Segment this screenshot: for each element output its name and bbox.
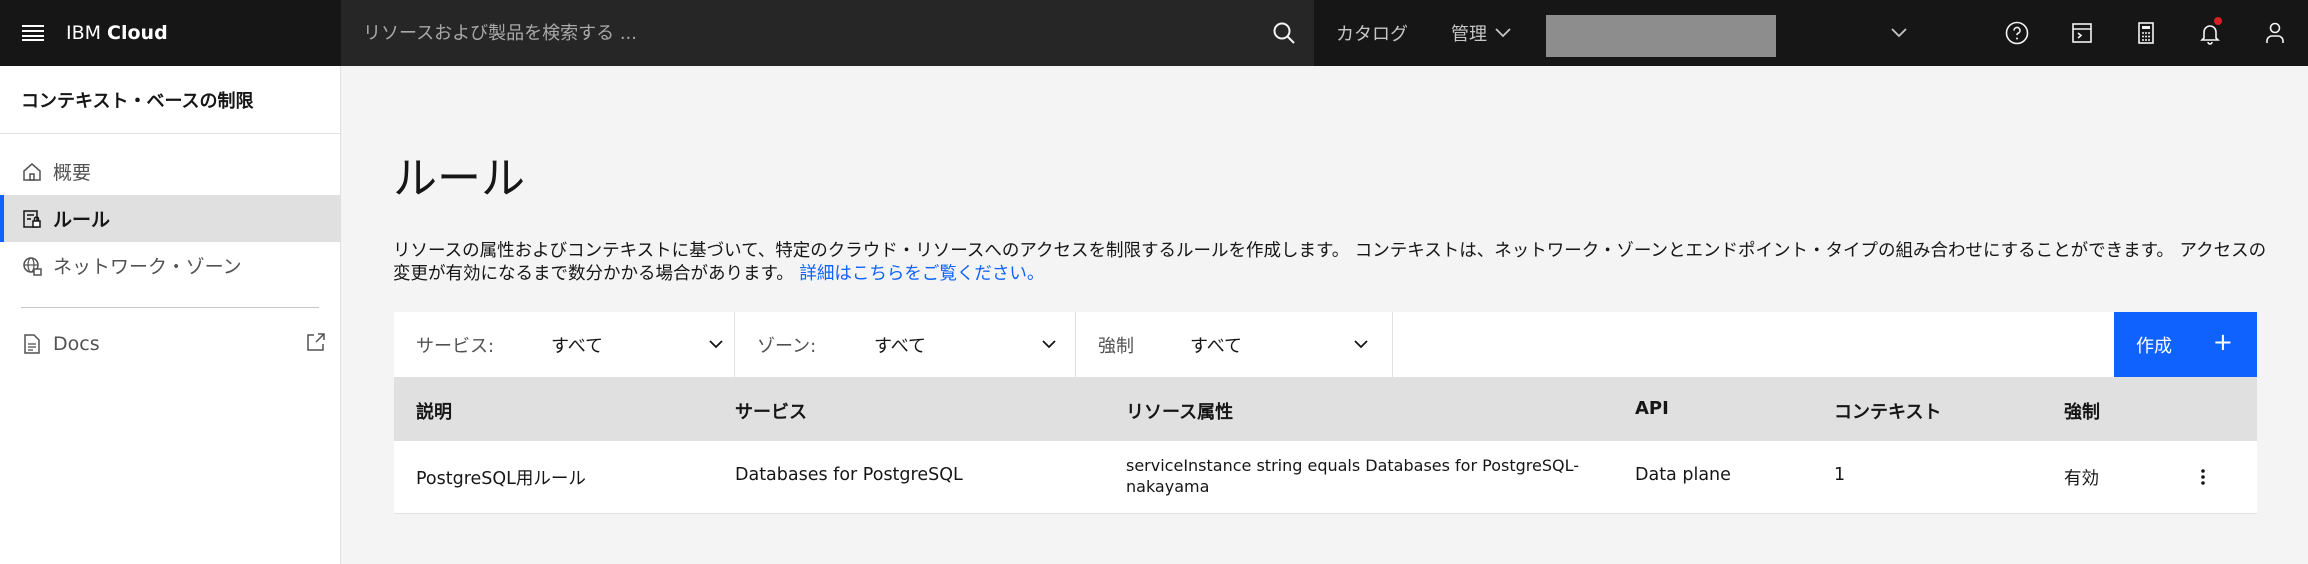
sidebar-nav: 概要 ルール ネットワーク・ゾーン bbox=[0, 134, 340, 289]
learn-more-link[interactable]: 詳細はこちらをご覧ください。 bbox=[799, 264, 1044, 284]
filter-label: 強制 bbox=[1098, 335, 1134, 357]
top-header: IBMCloud カタログ 管理 bbox=[0, 0, 2308, 66]
nav-catalog-label: カタログ bbox=[1336, 24, 1408, 45]
cell-api: Data plane bbox=[1635, 465, 1731, 485]
column-header-description[interactable]: 説明 bbox=[416, 398, 452, 424]
search-button[interactable] bbox=[1264, 13, 1304, 53]
sidebar-item-overview[interactable]: 概要 bbox=[0, 148, 340, 195]
table-row[interactable]: PostgreSQL用ルール Databases for PostgreSQL … bbox=[394, 441, 2257, 514]
page-title: ルール bbox=[393, 153, 525, 204]
filter-label: ゾーン: bbox=[757, 335, 817, 357]
column-header-service[interactable]: サービス bbox=[735, 398, 807, 424]
brand-prefix: IBM bbox=[66, 22, 102, 44]
page-description: リソースの属性およびコンテキストに基づいて、特定のクラウド・リソースへのアクセス… bbox=[393, 240, 2273, 286]
nav-manage[interactable]: 管理 bbox=[1451, 0, 1511, 66]
chevron-down-icon bbox=[1354, 340, 1368, 349]
hamburger-menu-button[interactable] bbox=[0, 0, 66, 66]
chevron-down-icon bbox=[709, 340, 723, 349]
help-button[interactable] bbox=[1997, 13, 2037, 53]
filter-value: すべて bbox=[874, 335, 927, 357]
external-link-icon bbox=[306, 332, 326, 357]
calculator-button[interactable] bbox=[2126, 13, 2166, 53]
column-header-enforcement[interactable]: 強制 bbox=[2064, 398, 2100, 424]
account-selector[interactable] bbox=[1546, 15, 1776, 57]
search-icon bbox=[1273, 22, 1295, 44]
cell-service: Databases for PostgreSQL bbox=[735, 465, 963, 485]
add-icon: + bbox=[2212, 328, 2233, 356]
search-input[interactable] bbox=[363, 22, 1243, 44]
sidebar-item-docs[interactable]: Docs bbox=[0, 320, 340, 367]
filter-value: すべて bbox=[1190, 335, 1243, 357]
sidebar-title: コンテキスト・ベースの制限 bbox=[0, 66, 340, 134]
sidebar-divider bbox=[21, 307, 319, 308]
notification-badge bbox=[2214, 17, 2222, 25]
cell-enforcement: 有効 bbox=[2064, 469, 2099, 489]
chevron-down-icon bbox=[1495, 28, 1511, 38]
sidebar-item-label: ネットワーク・ゾーン bbox=[53, 256, 242, 278]
nav-manage-label: 管理 bbox=[1451, 24, 1487, 45]
column-header-contexts[interactable]: コンテキスト bbox=[1834, 398, 1941, 424]
cost-estimator-icon bbox=[2072, 23, 2092, 43]
sidebar-item-network-zones[interactable]: ネットワーク・ゾーン bbox=[0, 242, 340, 289]
sidebar-item-label: 概要 bbox=[53, 162, 92, 184]
column-header-resource-attributes[interactable]: リソース属性 bbox=[1126, 398, 1233, 424]
filter-service-dropdown[interactable]: サービス: すべて bbox=[394, 312, 735, 377]
rules-table: 説明 サービス リソース属性 API コンテキスト 強制 PostgreSQL用… bbox=[394, 377, 2257, 514]
chevron-down-icon bbox=[1042, 340, 1056, 349]
brand-logo[interactable]: IBM Cloud bbox=[66, 0, 340, 66]
account-dropdown-button[interactable] bbox=[1886, 20, 1912, 46]
table-header: 説明 サービス リソース属性 API コンテキスト 強制 bbox=[394, 377, 2257, 441]
user-profile-button[interactable] bbox=[2255, 13, 2295, 53]
row-overflow-menu-button[interactable] bbox=[2191, 465, 2215, 489]
user-icon bbox=[2266, 22, 2284, 43]
cell-description: PostgreSQL用ルール bbox=[416, 469, 586, 489]
nav-catalog[interactable]: カタログ bbox=[1336, 0, 1408, 66]
network-icon bbox=[21, 255, 43, 277]
filter-label: サービス: bbox=[416, 335, 495, 357]
sidebar: コンテキスト・ベースの制限 概要 ルール ネットワーク・ゾーン Docs bbox=[0, 66, 341, 564]
filter-toolbar: サービス: すべて ゾーン: すべて 強制 すべて 作成 + bbox=[394, 312, 2257, 377]
hamburger-icon bbox=[22, 25, 44, 41]
cell-contexts: 1 bbox=[1834, 465, 1846, 485]
cost-estimator-button[interactable] bbox=[2062, 13, 2102, 53]
chevron-down-icon bbox=[1891, 28, 1907, 38]
sidebar-item-label: ルール bbox=[53, 209, 111, 231]
brand-name: Cloud bbox=[107, 22, 168, 44]
rule-icon bbox=[21, 208, 43, 230]
create-label: 作成 bbox=[2136, 335, 2172, 357]
notifications-button[interactable] bbox=[2190, 13, 2230, 53]
calculator-icon bbox=[2138, 22, 2154, 44]
global-search bbox=[341, 0, 1314, 66]
column-header-api[interactable]: API bbox=[1635, 398, 1669, 419]
filter-value: すべて bbox=[551, 335, 604, 357]
help-icon bbox=[2005, 21, 2029, 45]
create-rule-button[interactable]: 作成 + bbox=[2114, 312, 2257, 377]
description-text: リソースの属性およびコンテキストに基づいて、特定のクラウド・リソースへのアクセス… bbox=[393, 241, 2267, 284]
filter-zone-dropdown[interactable]: ゾーン: すべて bbox=[735, 312, 1076, 377]
sidebar-item-rules[interactable]: ルール bbox=[0, 195, 340, 242]
filter-enforcement-dropdown[interactable]: 強制 すべて bbox=[1076, 312, 1393, 377]
home-icon bbox=[21, 161, 43, 183]
overflow-menu-icon bbox=[2201, 469, 2205, 485]
cell-resource-attributes: serviceInstance string equals Databases … bbox=[1126, 456, 1579, 496]
document-icon bbox=[21, 333, 43, 355]
sidebar-docs-label: Docs bbox=[53, 332, 100, 355]
